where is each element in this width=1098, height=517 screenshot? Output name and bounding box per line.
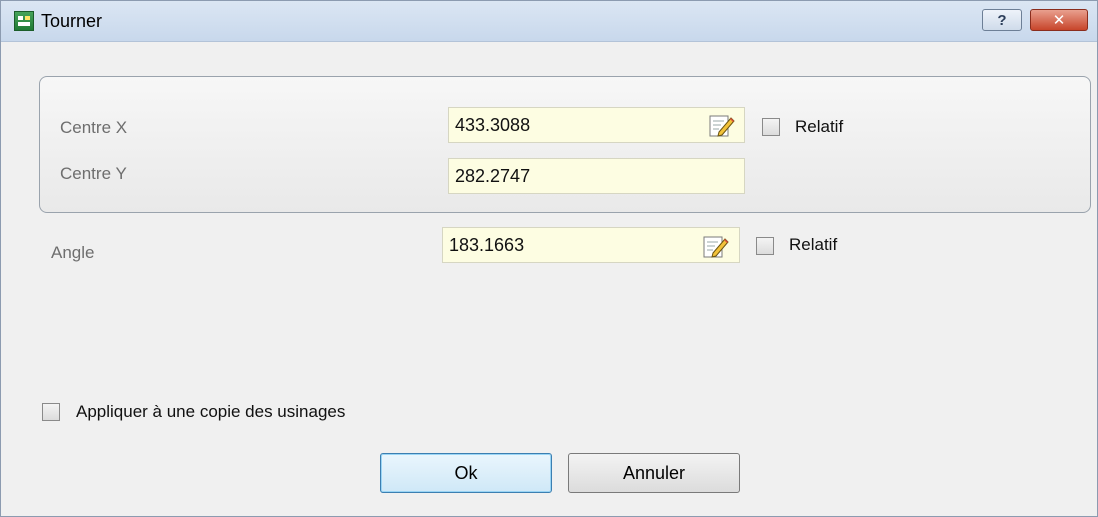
angle-relative-label: Relatif bbox=[789, 235, 838, 254]
close-icon: ✕ bbox=[1052, 12, 1066, 29]
angle-picker-button[interactable] bbox=[697, 229, 733, 263]
dialog-window: Tourner ? ✕ Centre X 433.3088 Relatif Ce… bbox=[0, 0, 1098, 517]
apply-copy-checkbox[interactable] bbox=[42, 403, 60, 421]
help-icon: ? bbox=[997, 11, 1007, 29]
centre-x-label: Centre X bbox=[60, 118, 128, 137]
close-button[interactable]: ✕ bbox=[1030, 9, 1088, 31]
apply-copy-label: Appliquer à une copie des usinages bbox=[76, 402, 346, 421]
centre-y-label: Centre Y bbox=[60, 164, 127, 183]
edit-pencil-icon bbox=[709, 115, 735, 137]
angle-input[interactable]: 183.1663 bbox=[442, 227, 740, 263]
centre-x-relative-label: Relatif bbox=[795, 117, 844, 136]
centre-x-picker-button[interactable] bbox=[703, 108, 739, 142]
app-icon bbox=[14, 11, 34, 31]
centre-y-input[interactable]: 282.2747 bbox=[448, 158, 745, 194]
edit-pencil-icon bbox=[703, 236, 729, 258]
help-button[interactable]: ? bbox=[982, 9, 1022, 31]
centre-x-input[interactable]: 433.3088 bbox=[448, 107, 745, 143]
cancel-button[interactable]: Annuler bbox=[568, 453, 740, 493]
title-bar[interactable]: Tourner ? ✕ bbox=[1, 1, 1097, 42]
window-title: Tourner bbox=[41, 11, 103, 31]
angle-label: Angle bbox=[51, 243, 95, 262]
centre-x-relative-checkbox[interactable] bbox=[762, 118, 780, 136]
angle-relative-checkbox[interactable] bbox=[756, 237, 774, 255]
ok-button[interactable]: Ok bbox=[380, 453, 552, 493]
